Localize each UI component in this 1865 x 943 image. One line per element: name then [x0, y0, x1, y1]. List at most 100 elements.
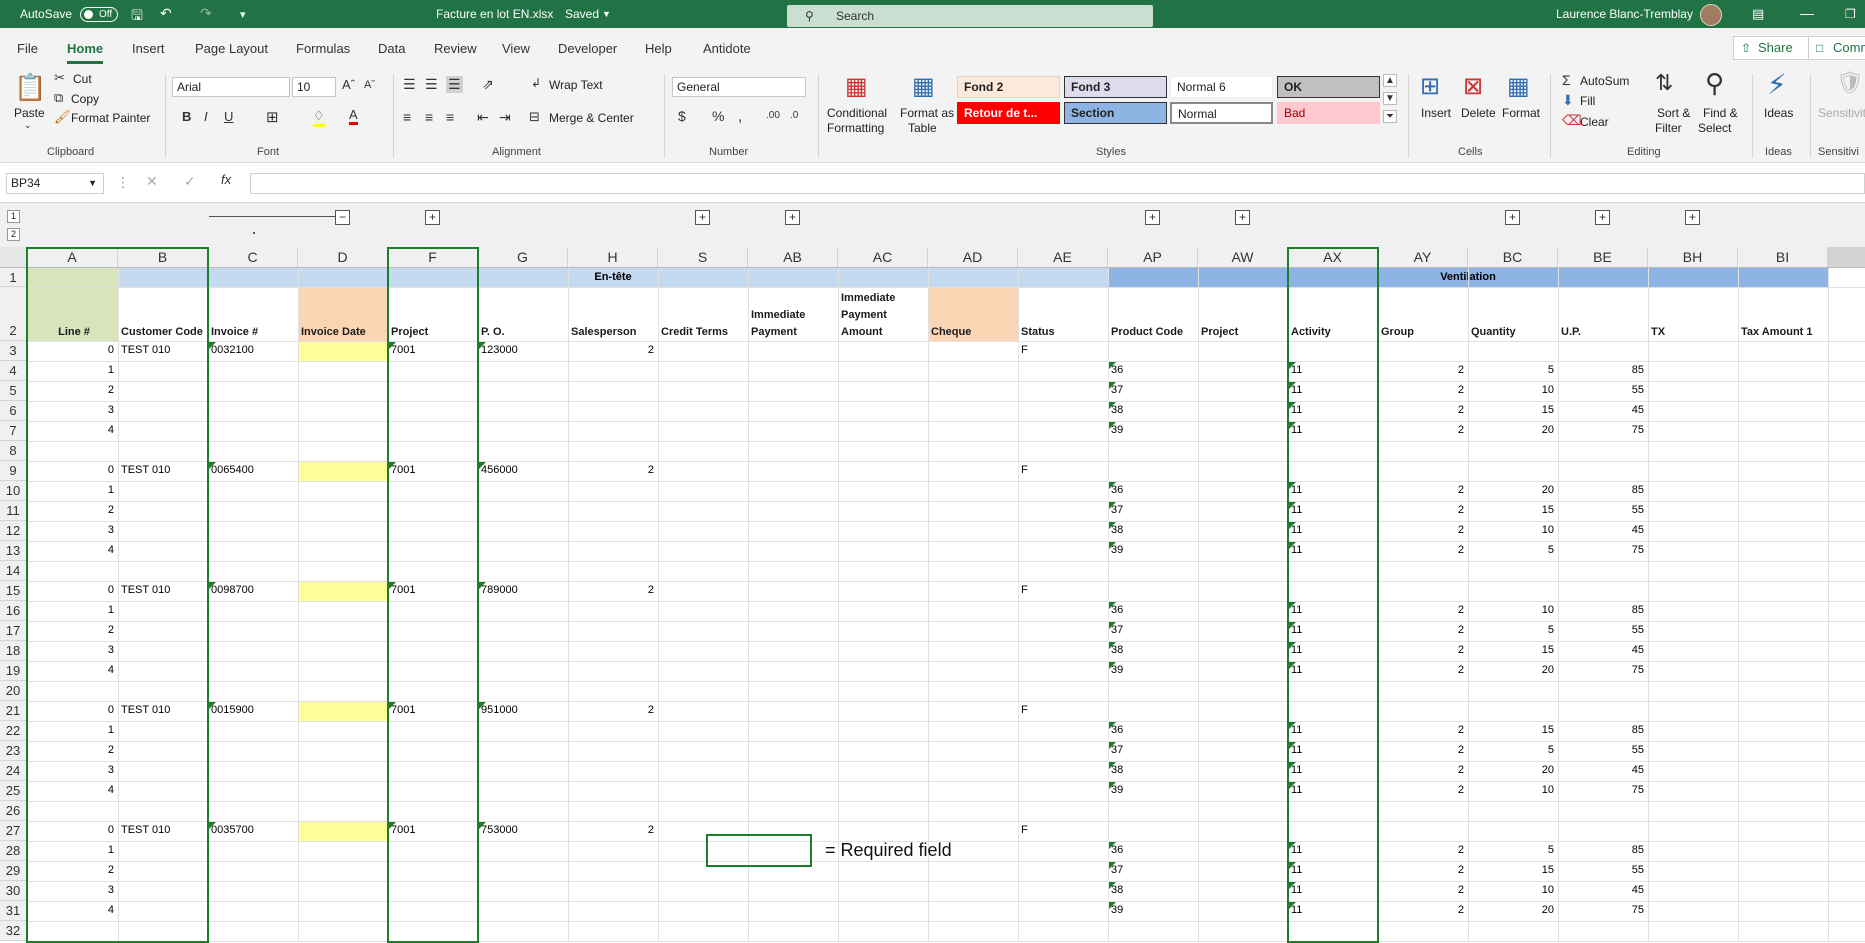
- salesperson-cell[interactable]: 2: [568, 344, 658, 356]
- salesperson-cell[interactable]: 2: [568, 704, 658, 716]
- tab-file[interactable]: File: [17, 41, 38, 56]
- salesperson-cell[interactable]: 2: [568, 584, 658, 596]
- fill-color-icon[interactable]: ♢: [313, 108, 325, 127]
- tab-developer[interactable]: Developer: [558, 41, 617, 56]
- product-code-cell[interactable]: 38: [1108, 524, 1198, 536]
- quantity-cell[interactable]: 20: [1468, 664, 1558, 676]
- row-header[interactable]: 5: [0, 381, 27, 401]
- quantity-cell[interactable]: 15: [1468, 504, 1558, 516]
- style-bad[interactable]: Bad: [1277, 102, 1380, 124]
- styles-scroll-up-icon[interactable]: ▲: [1383, 74, 1397, 87]
- row-header[interactable]: 19: [0, 661, 27, 681]
- group-cell[interactable]: 2: [1378, 784, 1468, 796]
- quantity-cell[interactable]: 20: [1468, 764, 1558, 776]
- row-header[interactable]: 32: [0, 921, 27, 941]
- row-header[interactable]: 22: [0, 721, 27, 741]
- tab-data[interactable]: Data: [378, 41, 405, 56]
- invoice-date-cell[interactable]: [298, 701, 388, 721]
- row-header[interactable]: 12: [0, 521, 27, 541]
- name-box[interactable]: BP34 ▼: [6, 173, 104, 194]
- row-header[interactable]: 24: [0, 761, 27, 781]
- percent-icon[interactable]: %: [712, 108, 724, 124]
- tab-page-layout[interactable]: Page Layout: [195, 41, 268, 56]
- group-cell[interactable]: 2: [1378, 604, 1468, 616]
- quantity-cell[interactable]: 15: [1468, 864, 1558, 876]
- po-cell[interactable]: 789000: [478, 584, 568, 596]
- autosave-toggle[interactable]: Off: [80, 7, 118, 22]
- group-cell[interactable]: 2: [1378, 844, 1468, 856]
- column-header[interactable]: AB: [748, 247, 838, 267]
- row-header[interactable]: 10: [0, 481, 27, 501]
- column-header[interactable]: BH: [1648, 247, 1738, 267]
- expand-group-button[interactable]: +: [425, 210, 440, 225]
- product-code-cell[interactable]: 39: [1108, 784, 1198, 796]
- column-header[interactable]: AC: [838, 247, 928, 267]
- row-header[interactable]: 1: [0, 268, 27, 287]
- style-fond-3[interactable]: Fond 3: [1064, 76, 1167, 98]
- status-cell[interactable]: F: [1018, 464, 1108, 476]
- increase-decimal-icon[interactable]: .00: [766, 110, 780, 121]
- paste-dropdown-icon[interactable]: ⌄: [24, 120, 32, 131]
- group-cell[interactable]: 2: [1378, 664, 1468, 676]
- invoice-number-cell[interactable]: 0032100: [208, 344, 298, 356]
- expand-group-button[interactable]: +: [1505, 210, 1520, 225]
- column-header[interactable]: AP: [1108, 247, 1198, 267]
- unit-price-cell[interactable]: 45: [1558, 404, 1648, 416]
- group-cell[interactable]: 2: [1378, 504, 1468, 516]
- insert-cells-button[interactable]: Insert: [1421, 106, 1451, 120]
- po-cell[interactable]: 753000: [478, 824, 568, 836]
- select-all-button[interactable]: [0, 247, 27, 267]
- status-cell[interactable]: F: [1018, 824, 1108, 836]
- styles-more-icon[interactable]: ⏷: [1383, 110, 1397, 123]
- unit-price-cell[interactable]: 55: [1558, 504, 1648, 516]
- po-cell[interactable]: 951000: [478, 704, 568, 716]
- increase-indent-icon[interactable]: ⇥: [499, 109, 511, 126]
- sensitivity-button[interactable]: Sensitivit: [1818, 106, 1865, 120]
- merge-center-button[interactable]: Merge & Center: [549, 111, 634, 125]
- product-code-cell[interactable]: 36: [1108, 724, 1198, 736]
- column-header[interactable]: C: [208, 247, 298, 267]
- styles-scroll-down-icon[interactable]: ▼: [1383, 92, 1397, 105]
- align-center-icon[interactable]: ≡: [425, 109, 433, 125]
- minimize-icon[interactable]: —: [1800, 5, 1814, 21]
- row-header[interactable]: 27: [0, 821, 27, 841]
- align-left-icon[interactable]: ≡: [403, 109, 411, 125]
- quantity-cell[interactable]: 10: [1468, 784, 1558, 796]
- outline-level-1[interactable]: 1: [7, 210, 20, 223]
- quantity-cell[interactable]: 20: [1468, 484, 1558, 496]
- product-code-cell[interactable]: 36: [1108, 844, 1198, 856]
- group-cell[interactable]: 2: [1378, 364, 1468, 376]
- group-cell[interactable]: 2: [1378, 424, 1468, 436]
- unit-price-cell[interactable]: 75: [1558, 664, 1648, 676]
- decrease-font-size-icon[interactable]: Aˇ: [364, 79, 375, 91]
- product-code-cell[interactable]: 37: [1108, 744, 1198, 756]
- unit-price-cell[interactable]: 45: [1558, 524, 1648, 536]
- format-cells-button[interactable]: Format: [1502, 106, 1540, 120]
- invoice-date-cell[interactable]: [298, 821, 388, 841]
- unit-price-cell[interactable]: 85: [1558, 484, 1648, 496]
- align-bottom-icon[interactable]: ☰: [446, 76, 463, 93]
- style-ok[interactable]: OK: [1277, 76, 1380, 98]
- product-code-cell[interactable]: 39: [1108, 904, 1198, 916]
- chevron-down-icon[interactable]: ▼: [602, 9, 611, 19]
- row-header[interactable]: 8: [0, 441, 27, 461]
- currency-icon[interactable]: $: [678, 108, 686, 124]
- unit-price-cell[interactable]: 45: [1558, 644, 1648, 656]
- decrease-decimal-icon[interactable]: .0: [790, 110, 798, 121]
- style-normal-6[interactable]: Normal 6: [1170, 76, 1273, 98]
- font-size-select[interactable]: 10: [292, 77, 336, 97]
- product-code-cell[interactable]: 37: [1108, 624, 1198, 636]
- cancel-icon[interactable]: ✕: [146, 173, 158, 190]
- unit-price-cell[interactable]: 55: [1558, 864, 1648, 876]
- row-header[interactable]: 6: [0, 401, 27, 421]
- group-cell[interactable]: 2: [1378, 884, 1468, 896]
- format-as-table-label-1[interactable]: Format as: [900, 106, 954, 120]
- conditional-formatting-label-1[interactable]: Conditional: [827, 106, 887, 120]
- tab-antidote[interactable]: Antidote: [703, 41, 751, 56]
- unit-price-cell[interactable]: 85: [1558, 844, 1648, 856]
- row-header[interactable]: 26: [0, 801, 27, 821]
- quantity-cell[interactable]: 5: [1468, 364, 1558, 376]
- align-top-icon[interactable]: ☰: [403, 76, 416, 93]
- format-as-table-label-2[interactable]: Table: [908, 121, 937, 135]
- group-cell[interactable]: 2: [1378, 864, 1468, 876]
